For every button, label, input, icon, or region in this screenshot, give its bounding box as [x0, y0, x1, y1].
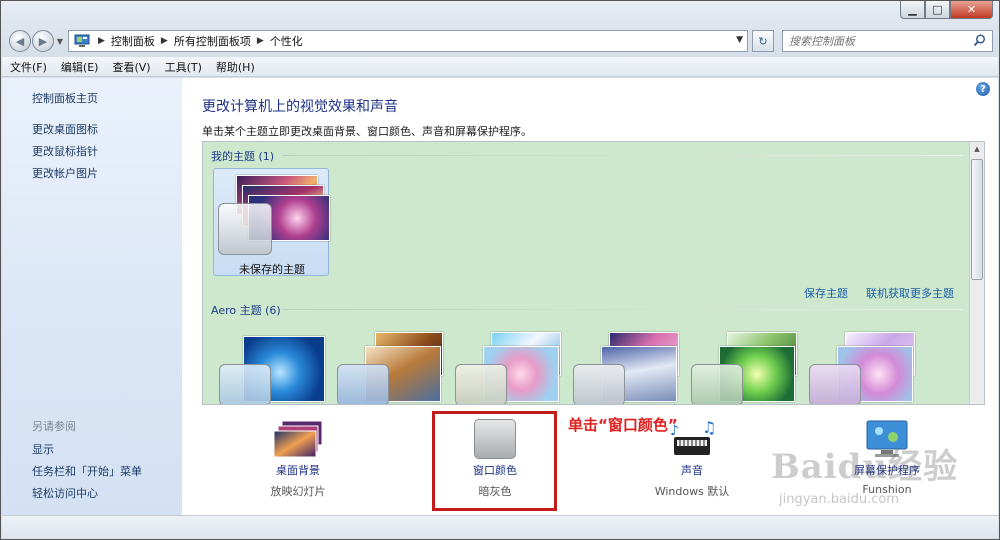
annotation-text: 单击“窗口颜色” — [568, 416, 678, 434]
watermark-logo: Baidu经验 — [771, 447, 959, 487]
breadcrumb-separator[interactable]: ▶ — [98, 36, 105, 46]
navigation-bar: ◀ ▶ ▼ ▶ 控制面板 ▶ 所有控制面板项 ▶ 个性化 ▼ ↻ — [9, 29, 993, 53]
sounds-label[interactable]: 声音 — [652, 462, 732, 478]
search-box[interactable] — [782, 30, 993, 52]
breadcrumb-separator[interactable]: ▶ — [161, 36, 168, 46]
search-icon[interactable] — [973, 34, 986, 50]
display-link[interactable]: 显示 — [32, 441, 54, 457]
window-color-swatch — [573, 364, 625, 404]
recent-pages-dropdown[interactable]: ▼ — [54, 37, 66, 46]
annotation-highlight-box — [432, 411, 557, 511]
menu-file[interactable]: 文件(F) — [10, 59, 47, 75]
aero-themes-group-label: Aero 主题 (6) — [211, 304, 281, 317]
desktop-background-item[interactable]: 桌面背景 放映幻灯片 — [258, 419, 338, 499]
themes-scrollbar[interactable]: ▲ ▼ — [969, 142, 984, 404]
theme-windows7[interactable] — [215, 332, 331, 404]
control-panel-home-link[interactable]: 控制面板主页 — [32, 90, 98, 106]
get-more-themes-link[interactable]: 联机获取更多主题 — [866, 285, 954, 301]
window-color-swatch — [809, 364, 861, 404]
minimize-button[interactable]: ▁ — [900, 1, 925, 19]
scrollbar-thumb[interactable] — [971, 159, 983, 280]
theme-nature[interactable] — [687, 332, 803, 404]
theme-characters[interactable] — [451, 332, 567, 404]
forward-arrow-icon[interactable]: ▶ — [32, 30, 54, 52]
control-panel-icon — [72, 33, 92, 49]
theme-links: 保存主题 联机获取更多主题 — [804, 285, 954, 301]
desktop-background-icon — [273, 420, 323, 458]
address-bar[interactable]: ▶ 控制面板 ▶ 所有控制面板项 ▶ 个性化 ▼ — [68, 30, 748, 52]
help-icon[interactable]: ? — [976, 82, 990, 96]
watermark-url: jingyan.baidu.com — [779, 492, 899, 507]
theme-scenes[interactable] — [805, 332, 921, 404]
caption-buttons: ▁ □ ✕ — [900, 1, 993, 19]
taskbar-start-menu-link[interactable]: 任务栏和「开始」菜单 — [32, 463, 142, 479]
change-mouse-pointer-link[interactable]: 更改鼠标指针 — [32, 143, 98, 159]
task-pane: 控制面板主页 更改桌面图标 更改鼠标指针 更改帐户图片 另请参阅 显示 任务栏和… — [2, 78, 182, 515]
theme-unsaved[interactable]: 未保存的主题 — [213, 168, 330, 276]
menu-help[interactable]: 帮助(H) — [216, 59, 255, 75]
chevron-down-icon[interactable]: ▼ — [736, 35, 743, 45]
menu-view[interactable]: 查看(V) — [112, 59, 150, 75]
baidu-watermark: Baidu经验 jingyan.baidu.com — [771, 439, 971, 539]
save-theme-link[interactable]: 保存主题 — [804, 285, 848, 301]
window-color-swatch — [455, 364, 507, 404]
window-color-swatch — [691, 364, 743, 404]
refresh-icon[interactable]: ↻ — [752, 30, 774, 52]
menu-edit[interactable]: 编辑(E) — [61, 59, 99, 75]
ease-of-access-link[interactable]: 轻松访问中心 — [32, 485, 98, 501]
window-color-swatch — [219, 364, 271, 404]
menu-tools[interactable]: 工具(T) — [165, 59, 202, 75]
svg-text:♫: ♫ — [702, 419, 716, 437]
breadcrumb-all-items[interactable]: 所有控制面板项 — [174, 33, 251, 49]
theme-landscapes[interactable] — [569, 332, 685, 404]
my-themes-group-label: 我的主题 (1) — [211, 150, 275, 163]
desktop-background-value: 放映幻灯片 — [270, 485, 326, 498]
maximize-button[interactable]: □ — [925, 1, 950, 19]
change-desktop-icons-link[interactable]: 更改桌面图标 — [32, 121, 98, 137]
group-divider — [283, 309, 963, 310]
breadcrumb-separator[interactable]: ▶ — [257, 36, 264, 46]
desktop-background-label[interactable]: 桌面背景 — [258, 462, 338, 478]
theme-architecture[interactable] — [333, 332, 449, 404]
group-divider — [283, 155, 963, 156]
breadcrumb-personalization[interactable]: 个性化 — [270, 33, 303, 49]
page-description: 单击某个主题立即更改桌面背景、窗口颜色、声音和屏幕保护程序。 — [202, 125, 532, 138]
back-arrow-icon[interactable]: ◀ — [9, 30, 31, 52]
breadcrumb-control-panel[interactable]: 控制面板 — [111, 33, 155, 49]
close-button[interactable]: ✕ — [950, 1, 993, 19]
window-color-swatch — [218, 203, 272, 255]
menu-bar: 文件(F) 编辑(E) 查看(V) 工具(T) 帮助(H) — [2, 57, 998, 77]
change-account-picture-link[interactable]: 更改帐户图片 — [32, 165, 98, 181]
search-input[interactable] — [789, 34, 949, 48]
scroll-up-icon[interactable]: ▲ — [970, 142, 984, 157]
sounds-value: Windows 默认 — [654, 485, 730, 498]
themes-list: 我的主题 (1) 未保存的主题 保存主题 联机获取更多主题 Aero 主题 (6… — [202, 141, 985, 405]
theme-unsaved-label: 未保存的主题 — [239, 263, 305, 276]
see-also-heading: 另请参阅 — [32, 420, 76, 433]
explorer-window: ▁ □ ✕ ◀ ▶ ▼ ▶ 控制面板 ▶ 所有控制面板项 ▶ 个性化 ▼ ↻ 搜… — [0, 0, 1000, 540]
window-color-swatch — [337, 364, 389, 404]
page-title: 更改计算机上的视觉效果和声音 — [202, 99, 398, 115]
